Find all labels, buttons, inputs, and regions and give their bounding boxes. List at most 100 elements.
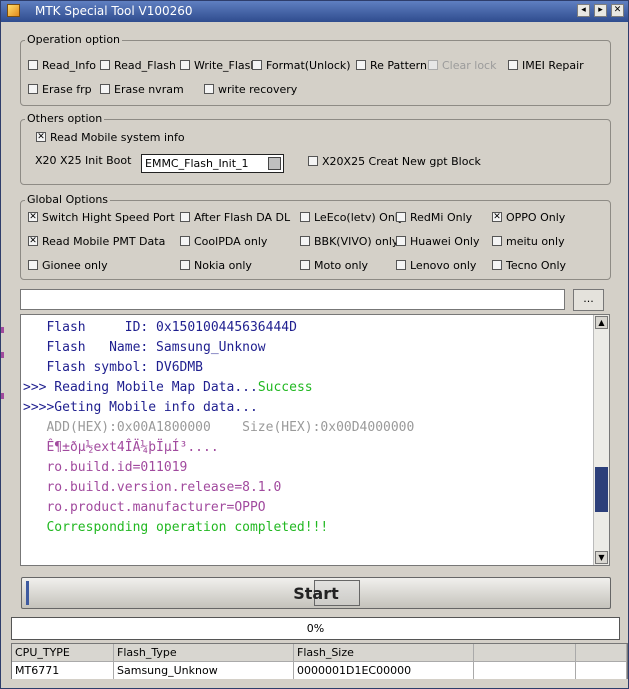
checkbox-box[interactable] [396, 212, 406, 222]
checkbox-label: Huawei Only [410, 235, 480, 248]
file-path-input[interactable] [20, 289, 565, 310]
checkbox-box[interactable]: ✕ [36, 132, 46, 142]
checkbox-box[interactable] [396, 236, 406, 246]
checkbox-label: Re Pattern l [370, 59, 434, 72]
dropdown-arrow-icon[interactable] [268, 157, 281, 170]
cell-empty-2 [576, 662, 627, 679]
checkbox-box[interactable] [492, 260, 502, 270]
scroll-up-icon[interactable]: ▲ [595, 316, 608, 329]
checkbox-box[interactable] [308, 156, 318, 166]
checkbox-label: Read_Info [42, 59, 96, 72]
cell-empty-1 [474, 662, 576, 679]
header-flash-type: Flash_Type [114, 644, 294, 661]
log-line: ro.build.id=011019 [23, 458, 414, 478]
start-button[interactable]: Start [21, 577, 611, 609]
device-info-table: CPU_TYPE Flash_Type Flash_Size MT6771 Sa… [11, 643, 628, 679]
init-boot-select[interactable]: EMMC_Flash_Init_1 [141, 154, 284, 173]
log-line-text: Flash Name: Samsung_Unknow [23, 340, 266, 355]
init-boot-value: EMMC_Flash_Init_1 [145, 157, 249, 170]
checkbox-label: OPPO Only [506, 211, 566, 224]
checkbox-box[interactable] [300, 212, 310, 222]
log-scrollbar[interactable]: ▲ ▼ [593, 315, 609, 565]
edge-mark [1, 352, 4, 358]
log-output[interactable]: Flash ID: 0x150100445636444D Flash Name:… [20, 314, 610, 566]
checkbox-box[interactable] [28, 60, 38, 70]
checkbox-label: Gionee only [42, 259, 108, 272]
table-row: MT6771 Samsung_Unknow 0000001D1EC00000 [12, 662, 627, 679]
cell-cpu-type: MT6771 [12, 662, 114, 679]
checkbox-label: Read Mobile system info [50, 131, 185, 144]
checkbox-label: Write_Flash [194, 59, 258, 72]
checkbox-box[interactable] [300, 260, 310, 270]
cell-flash-type: Samsung_Unknow [114, 662, 294, 679]
log-line-status: Success [257, 380, 313, 395]
edge-mark [1, 327, 4, 333]
checkbox-box[interactable] [396, 260, 406, 270]
checkbox-label: CoolPDA only [194, 235, 268, 248]
checkbox-label: Read Mobile PMT Data [42, 235, 166, 248]
log-line-text: ro.build.version.release=8.1.0 [23, 480, 282, 495]
checkbox-label: X20X25 Creat New gpt Block [322, 155, 481, 168]
log-lines: Flash ID: 0x150100445636444D Flash Name:… [23, 318, 414, 538]
checkbox-box[interactable]: ✕ [492, 212, 502, 222]
checkbox-label: RedMi Only [410, 211, 473, 224]
close-button[interactable]: ✕ [611, 4, 624, 17]
window-title: MTK Special Tool V100260 [35, 4, 193, 18]
log-line-text: Flash symbol: DV6DMB [23, 360, 204, 375]
operation-option-group: Operation option [20, 33, 611, 106]
checkbox-box[interactable] [28, 260, 38, 270]
checkbox-box[interactable] [180, 212, 190, 222]
log-line-text: Ê¶±ðµ½ext4ÎÄ¼þÏµÍ³.... [23, 440, 219, 455]
title-bar[interactable]: MTK Special Tool V100260 ◂ ▸ ✕ [1, 1, 628, 22]
checkbox-label: IMEI Repair [522, 59, 584, 72]
checkbox-label: Switch Hight Speed Port [42, 211, 175, 224]
checkbox-box[interactable] [508, 60, 518, 70]
checkbox-label: Erase frp [42, 83, 92, 96]
checkbox-label: Nokia only [194, 259, 252, 272]
scroll-thumb[interactable] [595, 467, 608, 512]
checkbox-label: Tecno Only [506, 259, 567, 272]
log-line-text: ro.product.manufacturer=OPPO [23, 500, 266, 515]
checkbox-box [428, 60, 438, 70]
log-line: Ê¶±ðµ½ext4ÎÄ¼þÏµÍ³.... [23, 438, 414, 458]
checkbox-box[interactable] [180, 236, 190, 246]
browse-button[interactable]: ... [573, 289, 604, 311]
checkbox-box[interactable] [28, 84, 38, 94]
log-line-text: ADD(HEX):0x00A1800000 Size(HEX):0x00D400… [23, 420, 415, 435]
log-line: ro.product.manufacturer=OPPO [23, 498, 414, 518]
table-header-row: CPU_TYPE Flash_Type Flash_Size [12, 644, 627, 661]
checkbox-box[interactable]: ✕ [28, 236, 38, 246]
restore-button[interactable]: ◂ [577, 4, 590, 17]
progress-label: 0% [306, 622, 325, 635]
log-line-text: ro.build.id=011019 [23, 460, 188, 475]
log-line: ro.build.version.release=8.1.0 [23, 478, 414, 498]
header-flash-size: Flash_Size [294, 644, 474, 661]
others-option-group: Others option [20, 112, 611, 185]
checkbox-box[interactable] [100, 84, 110, 94]
cell-flash-size: 0000001D1EC00000 [294, 662, 474, 679]
maximize-button[interactable]: ▸ [594, 4, 607, 17]
start-button-label: Start [293, 584, 339, 603]
checkbox-box[interactable] [180, 60, 190, 70]
checkbox-box[interactable]: ✕ [28, 212, 38, 222]
checkbox-box[interactable] [252, 60, 262, 70]
checkbox-box[interactable] [204, 84, 214, 94]
checkbox-label: LeEco(letv) Only [314, 211, 405, 224]
checkbox-box[interactable] [100, 60, 110, 70]
init-boot-label: X20 X25 Init Boot [35, 154, 132, 167]
checkbox-label: After Flash DA DL [194, 211, 291, 224]
app-icon [7, 4, 20, 17]
edge-mark [1, 393, 4, 399]
log-line: Corresponding operation completed!!! [23, 518, 414, 538]
scroll-down-icon[interactable]: ▼ [595, 551, 608, 564]
progress-bar: 0% [11, 617, 620, 640]
checkbox-box[interactable] [356, 60, 366, 70]
log-line-text: >>>>Geting Mobile info data... [23, 400, 258, 415]
checkbox-box[interactable] [492, 236, 502, 246]
checkbox-label: Format(Unlock) [266, 59, 351, 72]
checkbox-box[interactable] [300, 236, 310, 246]
checkbox-label: meitu only [506, 235, 565, 248]
header-cpu-type: CPU_TYPE [12, 644, 114, 661]
checkbox-label: Lenovo only [410, 259, 477, 272]
checkbox-box[interactable] [180, 260, 190, 270]
